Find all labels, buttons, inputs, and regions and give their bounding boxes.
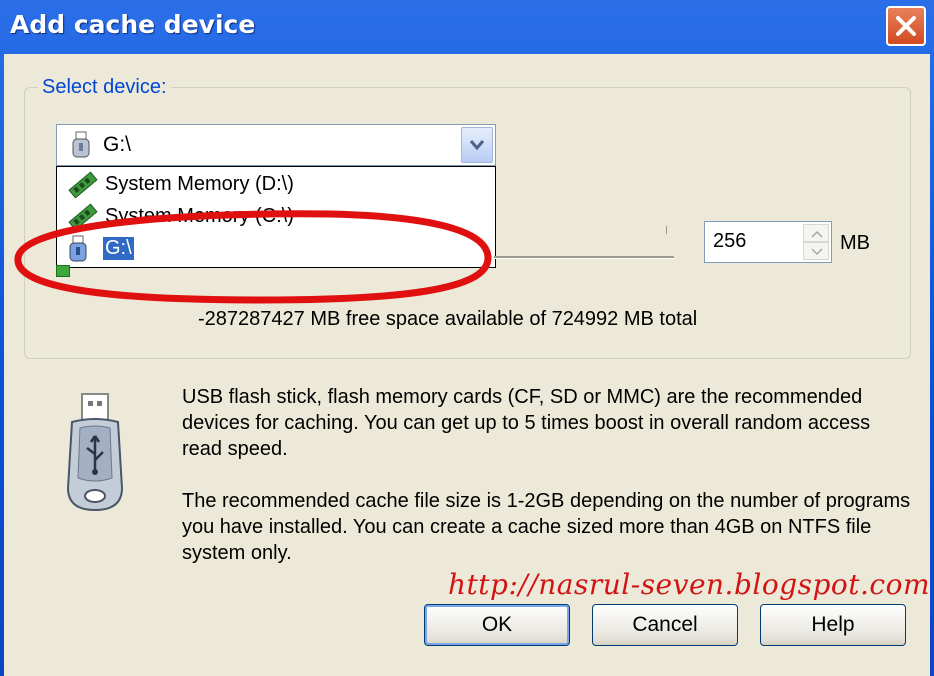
info-paragraph-1: USB flash stick, flash memory cards (CF,… [182, 386, 871, 460]
option-label: System Memory (D:\) [105, 173, 294, 195]
cache-size-slider-track[interactable] [494, 256, 674, 259]
usb-flash-drive-icon [66, 393, 124, 512]
slider-tick [666, 226, 667, 234]
combobox-value: G:\ [103, 133, 132, 156]
chevron-up-icon [811, 230, 823, 238]
dialog-client-area: Select device: G:\ System Memory (D:\) S… [4, 54, 930, 676]
dropdown-option-system-memory-d[interactable]: System Memory (D:\) [61, 169, 491, 201]
window-title: Add cache device [10, 10, 256, 39]
device-combobox[interactable]: G:\ [56, 124, 496, 166]
help-button[interactable]: Help [760, 604, 906, 646]
memory-icon [68, 203, 98, 231]
cache-size-slider-thumb[interactable] [56, 265, 70, 277]
spinner-buttons [803, 224, 829, 260]
cancel-button[interactable]: Cancel [592, 604, 738, 646]
info-paragraph-2: The recommended cache file size is 1-2GB… [182, 490, 911, 564]
chevron-down-icon [811, 248, 823, 256]
dialog-window: Add cache device Select device: G:\ Syst… [0, 0, 934, 676]
title-bar[interactable]: Add cache device [0, 0, 934, 54]
dropdown-option-g-drive[interactable]: G:\ [61, 233, 491, 265]
close-button[interactable] [886, 6, 926, 46]
spinner-down-button[interactable] [803, 242, 829, 260]
cache-size-spinner[interactable]: 256 [704, 221, 832, 263]
option-label: System Memory (C:\) [105, 205, 294, 227]
watermark-url: http://nasrul-seven.blogspot.com [448, 568, 931, 601]
cache-size-unit: MB [840, 232, 870, 254]
dropdown-option-system-memory-c[interactable]: System Memory (C:\) [61, 201, 491, 233]
ok-button[interactable]: OK [424, 604, 570, 646]
free-space-text: -287287427 MB free space available of 72… [198, 308, 698, 330]
spinner-up-button[interactable] [803, 224, 829, 242]
usb-drive-icon [69, 235, 87, 262]
option-label: G:\ [103, 237, 134, 260]
memory-icon [68, 171, 98, 199]
combobox-dropdown-button[interactable] [461, 127, 493, 163]
device-dropdown-list: System Memory (D:\) System Memory (C:\) … [56, 166, 496, 268]
close-icon [896, 16, 916, 36]
cache-size-value: 256 [713, 230, 747, 252]
chevron-down-icon [469, 140, 485, 151]
usb-drive-icon [72, 131, 90, 158]
select-device-label: Select device: [38, 76, 171, 99]
